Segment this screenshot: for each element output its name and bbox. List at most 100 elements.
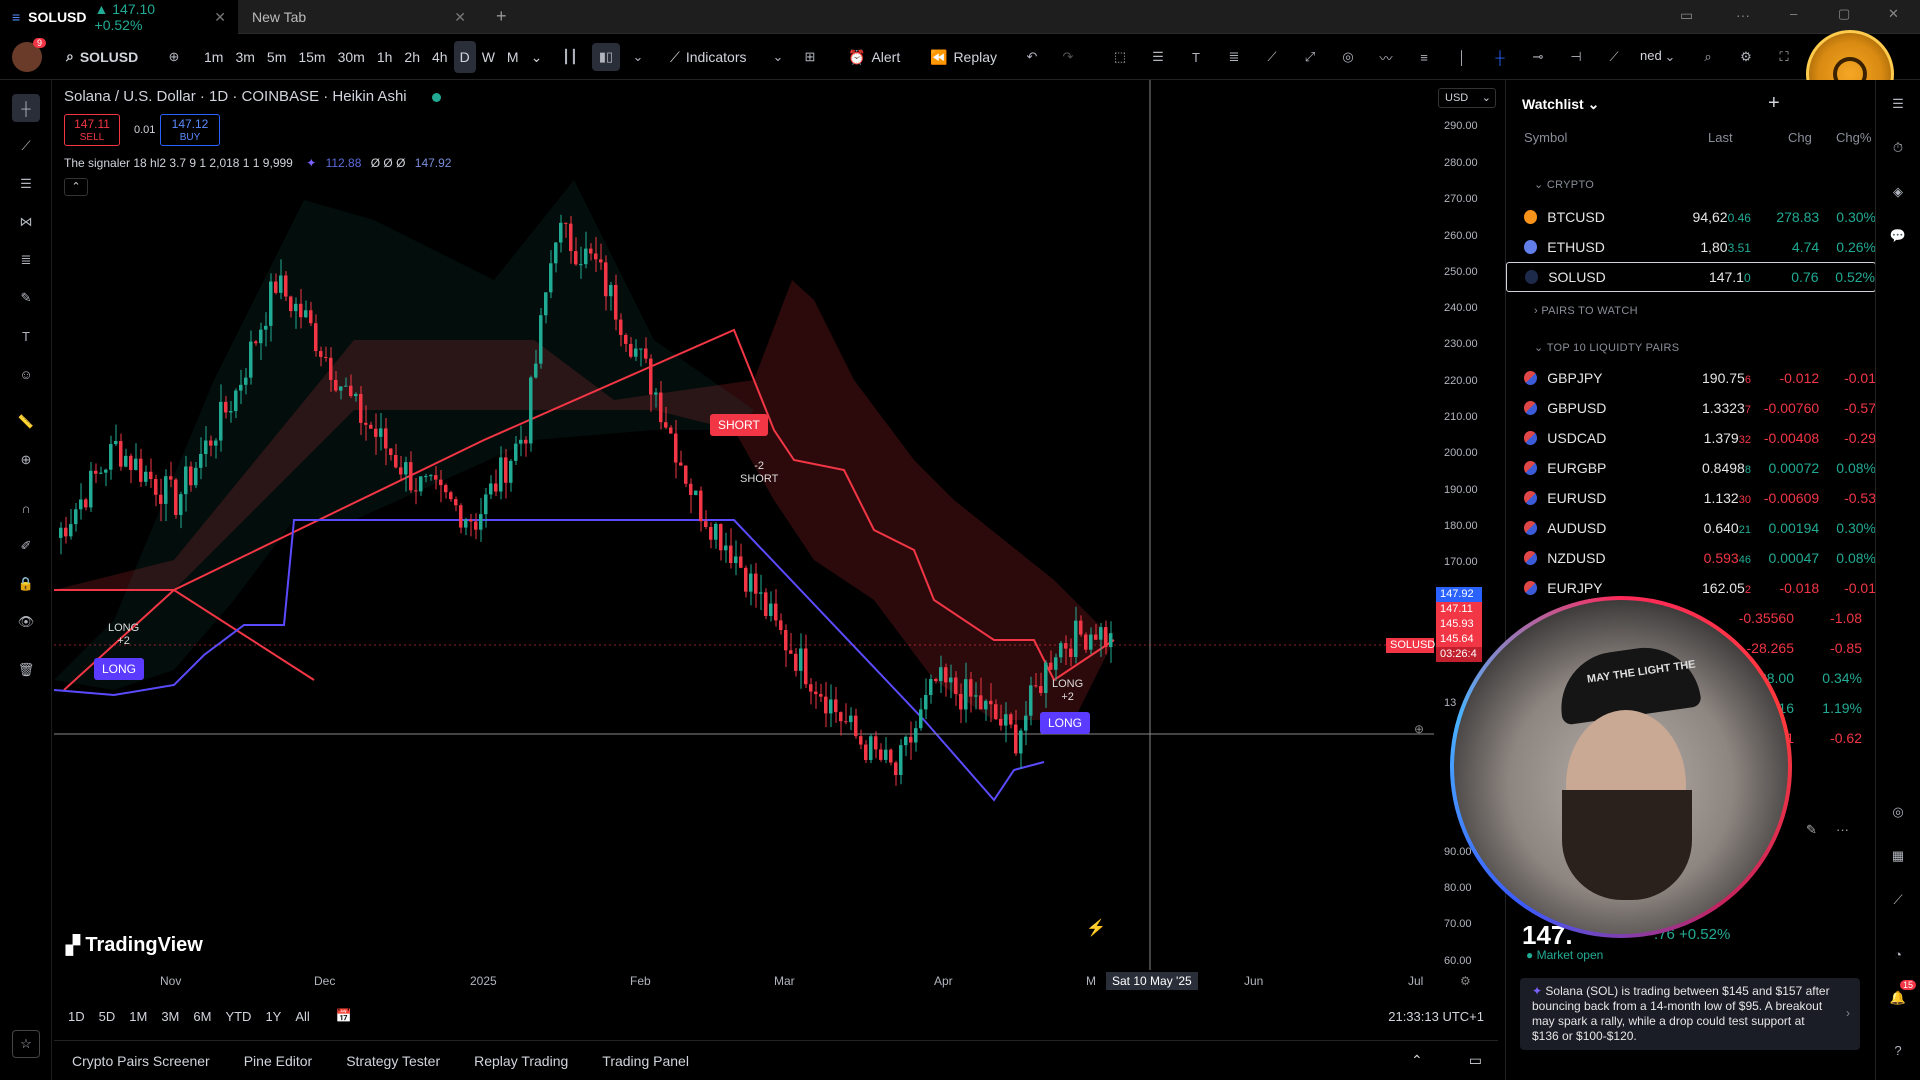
interval-5m[interactable]: 5m xyxy=(261,41,292,73)
trend-line-icon[interactable]: ⟋ xyxy=(12,132,40,160)
currency-select[interactable]: USD ⌄ xyxy=(1438,88,1496,108)
chevron-down-icon[interactable]: ⌄ xyxy=(624,43,652,71)
range-1m[interactable]: 1M xyxy=(129,1009,147,1024)
star-icon[interactable]: ☆ xyxy=(12,1030,40,1058)
horizontal-lines-icon[interactable]: ☰ xyxy=(12,170,40,198)
add-tab-icon[interactable]: + xyxy=(496,6,507,27)
more-icon[interactable]: ··· xyxy=(1836,822,1849,837)
tab-crypto-pairs-screener[interactable]: Crypto Pairs Screener xyxy=(72,1053,210,1069)
interval-4h[interactable]: 4h xyxy=(426,41,454,73)
magnet-icon[interactable]: ∩ xyxy=(12,494,40,522)
replay-button[interactable]: ⏪ Replay xyxy=(924,41,1003,73)
add-symbol-icon[interactable]: ⊕ xyxy=(160,43,188,71)
watchlist-row[interactable]: USDCAD 1.37932 -0.00408 -0.29 xyxy=(1506,423,1876,453)
col-symbol[interactable]: Symbol xyxy=(1524,130,1567,145)
lock-icon[interactable]: 🔒 xyxy=(12,570,40,598)
range-all[interactable]: All xyxy=(295,1009,309,1024)
tab-trading-panel[interactable]: Trading Panel xyxy=(602,1053,689,1069)
ray-tool-icon[interactable]: ⤢ xyxy=(1296,43,1324,71)
settings-icon[interactable]: ⚙ xyxy=(1732,43,1760,71)
watchlist-row[interactable]: EURJPY 162.052 -0.018 -0.01 xyxy=(1506,573,1876,603)
watchlist-row[interactable]: SOLUSD 147.10 0.76 0.52% xyxy=(1506,262,1876,292)
range-ytd[interactable]: YTD xyxy=(225,1009,251,1024)
tab-new[interactable]: New Tab ✕ xyxy=(240,0,478,34)
text-icon[interactable]: T xyxy=(12,322,40,350)
zoom-icon[interactable]: ⌕ xyxy=(1694,43,1722,71)
section-pairs-to-watch[interactable]: › PAIRS TO WATCH xyxy=(1534,305,1638,317)
buy-button[interactable]: 147.12 BUY xyxy=(160,114,220,146)
interval-w[interactable]: W xyxy=(476,41,501,73)
indicators-button[interactable]: ⟋ Indicators xyxy=(664,41,753,73)
interval-m[interactable]: M xyxy=(501,41,525,73)
clock-icon[interactable]: ⏱ xyxy=(1884,134,1912,162)
crosshair-icon[interactable]: ┼ xyxy=(1486,43,1514,71)
section-top-liquidity[interactable]: ⌄ TOP 10 LIQUIDTY PAIRS xyxy=(1534,341,1679,354)
brush-icon[interactable]: ⟋ xyxy=(1600,43,1628,71)
undo-icon[interactable]: ↶ xyxy=(1018,43,1046,71)
vertical-line-icon[interactable]: │ xyxy=(1448,43,1476,71)
zoom-in-icon[interactable]: ⊕ xyxy=(12,446,40,474)
fullscreen-icon[interactable]: ⛶ xyxy=(1770,43,1798,71)
interval-30m[interactable]: 30m xyxy=(332,41,371,73)
lines-tool-icon[interactable]: ≡ xyxy=(1410,43,1438,71)
help-icon[interactable]: ? xyxy=(1884,1036,1912,1064)
col-chg[interactable]: Chg xyxy=(1788,130,1812,145)
segment-icon[interactable]: ⊣ xyxy=(1562,43,1590,71)
bell-icon[interactable]: 🔔 15 xyxy=(1884,980,1916,1012)
fib-icon[interactable]: ≣ xyxy=(12,246,40,274)
watchlist-row[interactable]: BTCUSD 94,620.46 278.83 0.30% xyxy=(1506,202,1876,232)
watchlist-row[interactable]: EURGBP 0.84988 0.00072 0.08% xyxy=(1506,453,1876,483)
range-5d[interactable]: 5D xyxy=(99,1009,116,1024)
window-icon[interactable]: ▭ xyxy=(1680,7,1693,24)
alert-button[interactable]: ⏰ Alert xyxy=(842,41,906,73)
symbol-search[interactable]: ⌕ SOLUSD xyxy=(60,41,144,73)
interval-15m[interactable]: 15m xyxy=(292,41,331,73)
layers-icon[interactable]: ◈ xyxy=(1884,178,1912,206)
indicator-settings-icon[interactable]: ✦ xyxy=(306,156,316,170)
edit-icon[interactable]: ✎ xyxy=(1806,822,1817,838)
tab-solusd[interactable]: ≡ SOLUSD ▲ 147.10 +0.52% ✕ xyxy=(0,0,238,34)
range-3m[interactable]: 3M xyxy=(161,1009,179,1024)
channel-tool-icon[interactable]: ☰ xyxy=(1144,43,1172,71)
layout-grid-icon[interactable]: ⊞ xyxy=(796,43,824,71)
calendar-icon[interactable]: 📅 xyxy=(336,1008,352,1024)
target-icon[interactable]: ◎ xyxy=(1884,798,1912,826)
news-card[interactable]: ✦ Solana (SOL) is trading between $145 a… xyxy=(1520,978,1860,1050)
circle-tool-icon[interactable]: ◎ xyxy=(1334,43,1362,71)
tab-strategy-tester[interactable]: Strategy Tester xyxy=(346,1053,440,1069)
trash-icon[interactable]: 🗑 xyxy=(12,656,40,684)
add-symbol-icon[interactable]: + xyxy=(1768,92,1780,115)
range-1d[interactable]: 1D xyxy=(68,1009,85,1024)
close-icon[interactable]: ✕ xyxy=(454,9,466,26)
price-chart[interactable]: Solana / U.S. Dollar · 1D · COINBASE · H… xyxy=(54,80,1498,990)
chevron-down-icon[interactable]: ⌄ xyxy=(525,41,549,73)
path-tool-icon[interactable]: 〰 xyxy=(1372,43,1400,71)
range-1y[interactable]: 1Y xyxy=(265,1009,281,1024)
close-window-icon[interactable]: ✕ xyxy=(1888,6,1899,22)
avatar[interactable]: 9 xyxy=(12,38,46,72)
calendar-icon[interactable]: ▦ xyxy=(1884,842,1912,870)
col-last[interactable]: Last xyxy=(1708,130,1733,145)
draw-mode-icon[interactable]: ✐ xyxy=(12,532,40,560)
section-crypto[interactable]: ⌄ CRYPTO xyxy=(1534,178,1594,191)
text-tool-icon[interactable]: T xyxy=(1182,43,1210,71)
interval-2h[interactable]: 2h xyxy=(398,41,426,73)
maximize-icon[interactable]: ▢ xyxy=(1838,6,1850,22)
ruler-icon[interactable]: 📏 xyxy=(12,408,40,436)
sell-button[interactable]: 147.11 SELL xyxy=(64,114,120,146)
add-alert-icon[interactable]: ⊕ xyxy=(1414,722,1424,736)
watchlist-row[interactable]: NZDUSD 0.59346 0.00047 0.08% xyxy=(1506,543,1876,573)
collapse-legend-icon[interactable]: ⌃ xyxy=(64,178,88,196)
interval-3m[interactable]: 3m xyxy=(229,41,260,73)
events-icon[interactable]: ⚡ xyxy=(1086,918,1106,938)
chevron-up-icon[interactable]: ⌃ xyxy=(1411,1052,1423,1069)
brush-icon[interactable]: ✎ xyxy=(12,284,40,312)
watchlist-title[interactable]: Watchlist ⌄ xyxy=(1522,96,1599,113)
tradingview-logo[interactable]: ▞ TradingView xyxy=(66,934,203,957)
range-6m[interactable]: 6M xyxy=(193,1009,211,1024)
interval-1h[interactable]: 1h xyxy=(371,41,399,73)
indicator-legend[interactable]: The signaler 18 hl2 3.7 9 1 2,018 1 1 9,… xyxy=(64,156,451,170)
chat-icon[interactable]: 💬 xyxy=(1884,222,1912,250)
pattern-icon[interactable]: ⋈ xyxy=(12,208,40,236)
watchlist-row[interactable]: GBPJPY 190.756 -0.012 -0.01 xyxy=(1506,363,1876,393)
